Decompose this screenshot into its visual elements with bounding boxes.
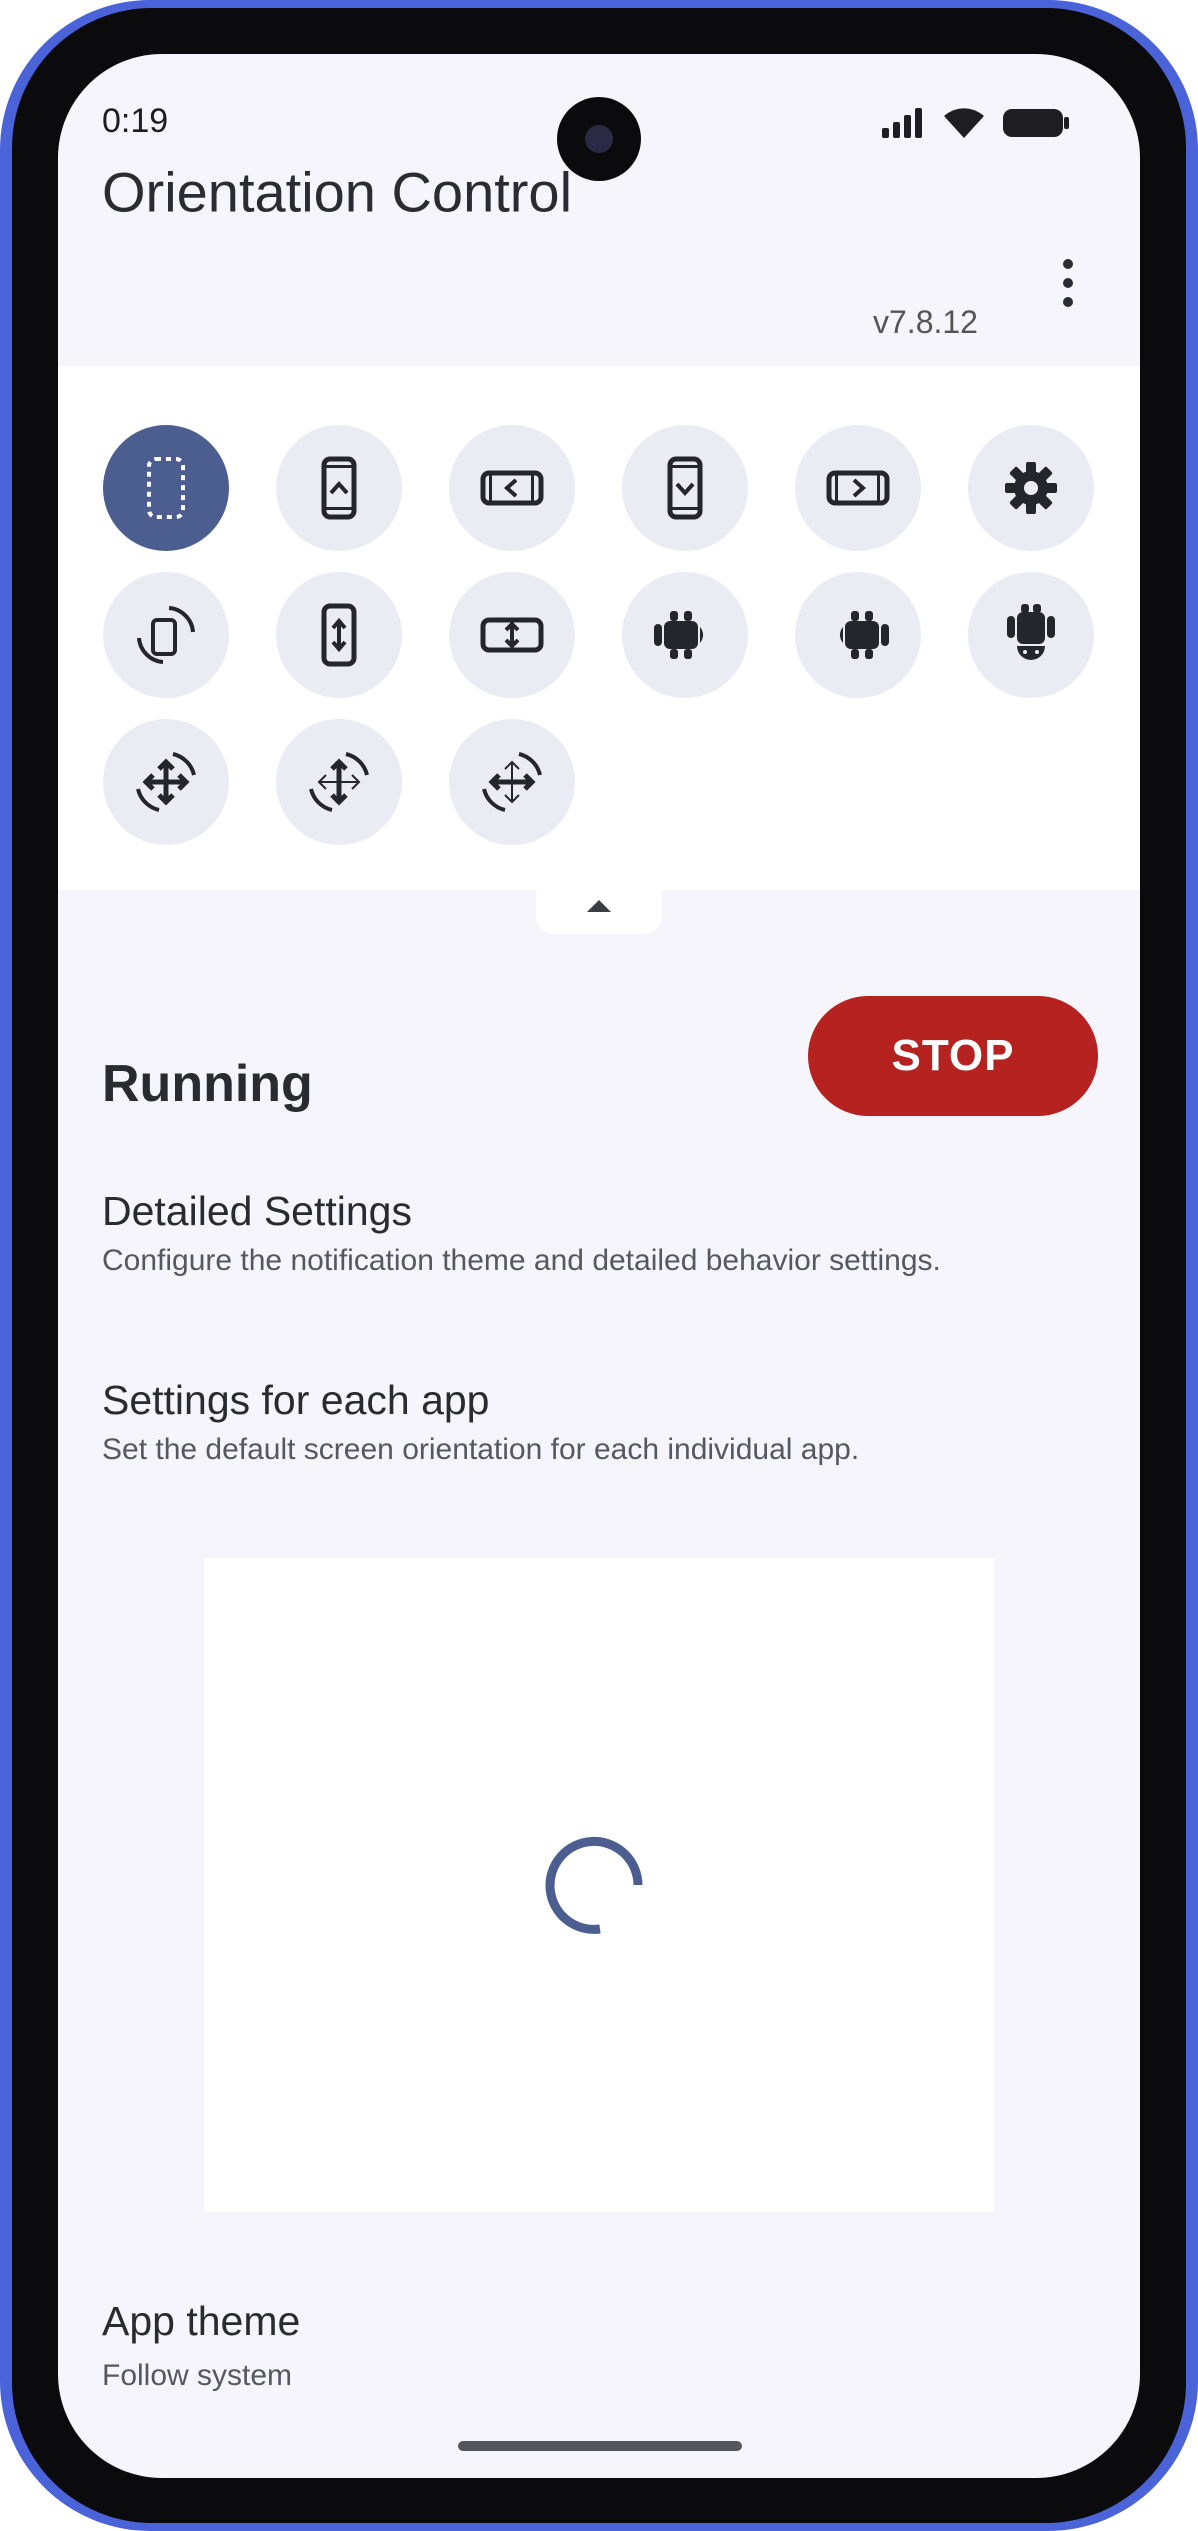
orientation-button-reverse-landscape[interactable] [795, 425, 921, 551]
orientation-button-sensor-portrait[interactable] [276, 572, 402, 698]
orientation-button-force-sensor-landscape[interactable] [449, 719, 575, 845]
orientation-grid [58, 366, 1140, 890]
phone-landscape-left-icon [480, 470, 544, 506]
wifi-icon [944, 108, 984, 138]
more-vert-icon[interactable] [1048, 254, 1088, 314]
orientation-button-unspecified[interactable] [103, 425, 229, 551]
app-settings-title: Settings for each app [102, 1377, 490, 1423]
signal-icon [882, 108, 922, 138]
dotted-phone-icon [147, 457, 185, 519]
app-theme-value: Follow system [102, 2359, 293, 2392]
phone-rotate-icon [137, 606, 195, 664]
orientation-button-force-sensor-portrait[interactable] [276, 719, 402, 845]
rotate-arrows-icon [136, 752, 196, 812]
phone-landscape-right-icon [826, 470, 890, 506]
rotate-arrows-portrait-icon [309, 752, 369, 812]
orientation-button-android-left[interactable] [622, 572, 748, 698]
collapse-grid-button[interactable] [536, 890, 662, 934]
orientation-button-full-sensor[interactable] [103, 572, 229, 698]
phone-landscape-both-icon [480, 617, 544, 653]
home-indicator[interactable] [458, 2441, 742, 2451]
loading-panel [204, 1558, 994, 2212]
battery-icon [1003, 109, 1069, 137]
app-theme-title: App theme [102, 2298, 301, 2344]
phone-portrait-down-icon [667, 456, 703, 520]
orientation-button-android-reverse[interactable] [968, 572, 1094, 698]
phone-portrait-both-icon [321, 603, 357, 667]
detailed-settings-subtitle: Configure the notification theme and det… [102, 1244, 941, 1277]
orientation-button-android-right[interactable] [795, 572, 921, 698]
loading-spinner [545, 1836, 643, 1934]
chevron-up-icon [587, 900, 611, 912]
page-title: Orientation Control [102, 160, 573, 224]
orientation-button-reverse-portrait[interactable] [622, 425, 748, 551]
phone-portrait-up-icon [321, 456, 357, 520]
status-time: 0:19 [102, 102, 169, 140]
app-settings-subtitle: Set the default screen orientation for e… [102, 1433, 860, 1466]
gear-icon [1005, 462, 1057, 514]
android-upside-down-icon [1007, 604, 1055, 660]
android-landscape-right-icon [839, 611, 889, 659]
orientation-button-force-sensor[interactable] [103, 719, 229, 845]
rotate-arrows-landscape-icon [482, 752, 542, 812]
orientation-button-portrait[interactable] [276, 425, 402, 551]
android-landscape-left-icon [654, 611, 704, 659]
orientation-button-landscape[interactable] [449, 425, 575, 551]
service-status: Running [102, 1055, 313, 1113]
app-screen: 0:19 Orientation Control v7.8.12 Running… [58, 54, 1140, 2478]
stop-button[interactable]: STOP [808, 996, 1098, 1116]
orientation-button-settings[interactable] [968, 425, 1094, 551]
orientation-button-sensor-landscape[interactable] [449, 572, 575, 698]
detailed-settings-title: Detailed Settings [102, 1188, 412, 1234]
version-label: v7.8.12 [873, 304, 978, 340]
